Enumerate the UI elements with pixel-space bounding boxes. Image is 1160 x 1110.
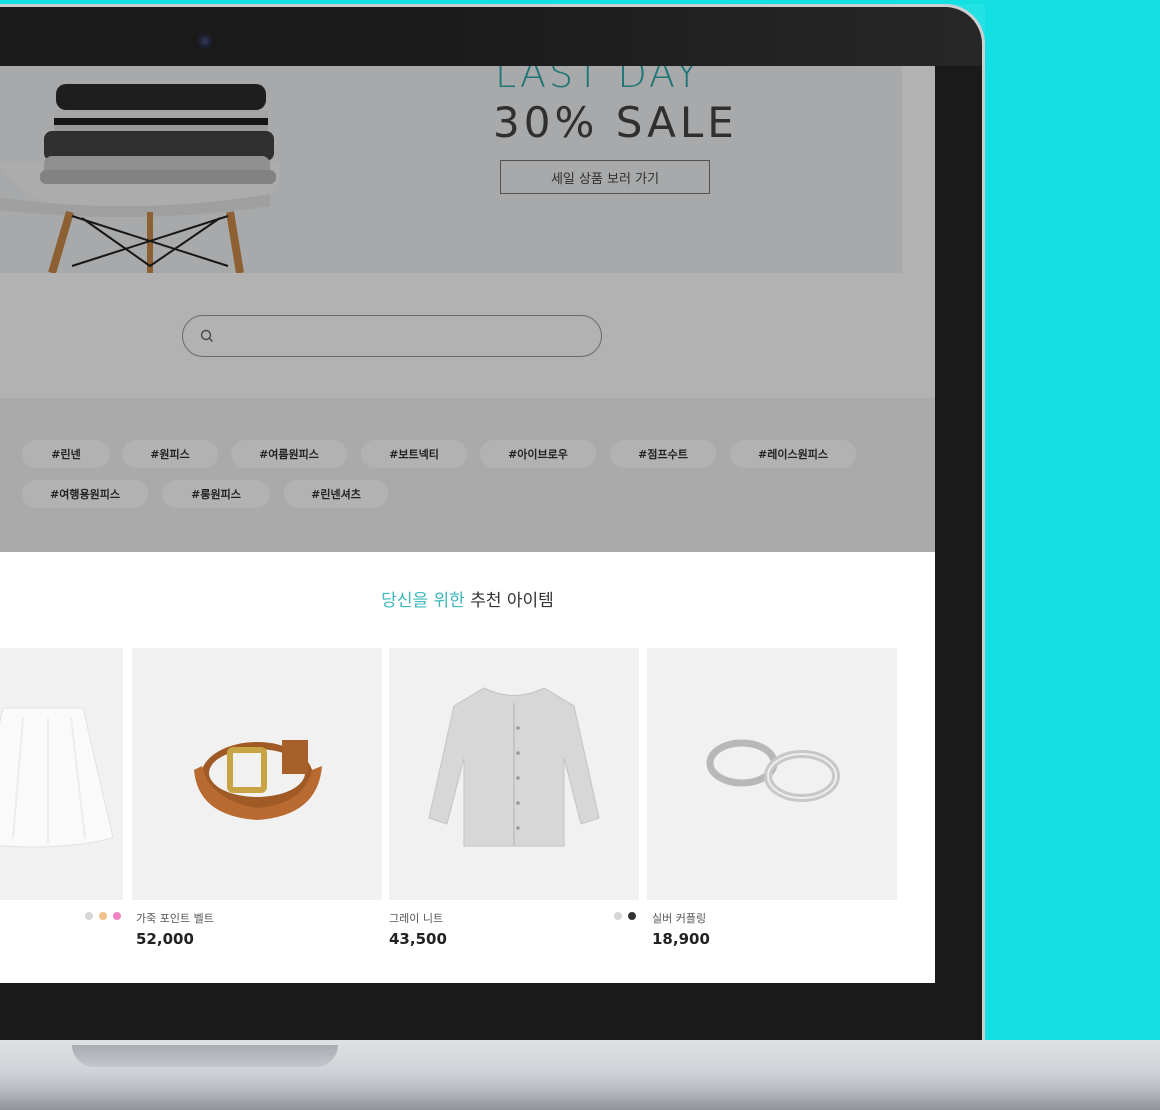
tag-chip[interactable]: #여름원피스 xyxy=(231,440,347,468)
tag-chip[interactable]: #원피스 xyxy=(122,440,218,468)
tag-chip[interactable]: #린넨 xyxy=(22,440,110,468)
search-section xyxy=(0,273,935,398)
tag-chip[interactable]: #아이브로우 xyxy=(480,440,596,468)
hashtag-section: #린넨 #원피스 #여름원피스 #보트넥티 #아이브로우 #점프수트 #레이스원… xyxy=(0,398,935,552)
product-price: 52,000 xyxy=(136,930,194,948)
product-name[interactable]: 실버 커플링 xyxy=(652,910,706,926)
laptop-opening-notch xyxy=(72,1045,338,1067)
product-name[interactable]: 그레이 니트 xyxy=(389,910,443,926)
hero-headline-top: LAST DAY xyxy=(495,66,702,96)
browser-screen: LAST DAY 30% SALE 세일 상품 보러 가기 #린넨 #원피스 #… xyxy=(0,66,935,983)
tag-chip[interactable]: #레이스원피스 xyxy=(730,440,856,468)
product-price: 43,500 xyxy=(389,930,447,948)
bezel-glare xyxy=(395,4,985,66)
product-name[interactable]: 가죽 포인트 벨트 xyxy=(136,910,214,926)
webcam-icon xyxy=(198,34,212,48)
color-swatch[interactable] xyxy=(85,912,93,920)
white-skirt-image xyxy=(0,707,114,848)
product-card-belt[interactable] xyxy=(132,648,382,900)
product-card-cardigan[interactable] xyxy=(389,648,639,900)
product-card-ring[interactable] xyxy=(647,648,897,900)
color-swatch[interactable] xyxy=(628,912,636,920)
tag-chip[interactable]: #롱원피스 xyxy=(162,480,270,508)
color-swatch[interactable] xyxy=(614,912,622,920)
grey-cardigan-image xyxy=(428,687,600,847)
stool-with-clothes-image xyxy=(0,84,280,273)
product-price: 18,900 xyxy=(652,930,710,948)
tag-chip[interactable]: #린넨셔츠 xyxy=(284,480,388,508)
tag-chip[interactable]: #여행용원피스 xyxy=(22,480,148,508)
color-swatch[interactable] xyxy=(113,912,121,920)
tag-chip[interactable]: #보트넥티 xyxy=(361,440,467,468)
color-swatch[interactable] xyxy=(99,912,107,920)
silver-couple-ring-image xyxy=(706,739,840,802)
search-icon xyxy=(200,329,213,342)
product-card-skirt[interactable] xyxy=(0,648,123,900)
recommend-title-accent: 당신을 위한 xyxy=(381,591,465,611)
hero-side-strip xyxy=(902,66,935,273)
recommend-title-rest: 추천 아이템 xyxy=(464,591,554,611)
recommend-title: 당신을 위한 추천 아이템 xyxy=(0,586,935,611)
hero-banner: LAST DAY 30% SALE 세일 상품 보러 가기 xyxy=(0,66,935,273)
search-input[interactable] xyxy=(182,315,602,357)
tag-chip[interactable]: #점프수트 xyxy=(610,440,716,468)
leather-belt-image xyxy=(194,740,322,820)
sale-cta-button[interactable]: 세일 상품 보러 가기 xyxy=(500,160,710,194)
hero-headline-main: 30% SALE xyxy=(493,98,738,147)
